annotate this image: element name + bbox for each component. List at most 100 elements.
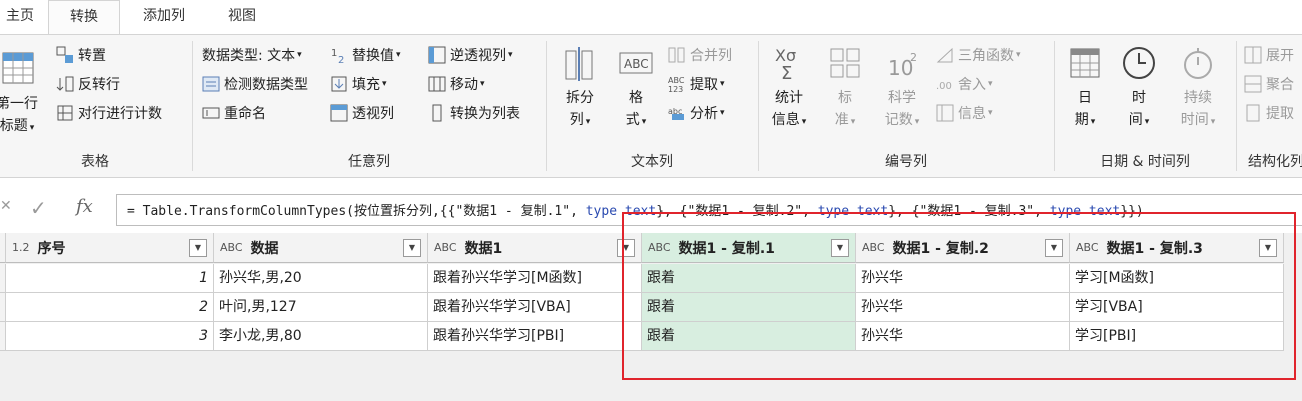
- group-label-any-column: 任意列: [348, 154, 390, 170]
- sigma-icon: Xσ Σ: [769, 43, 809, 84]
- parse-icon: abc: [668, 104, 686, 122]
- convert-to-list-button[interactable]: 转换为列表: [428, 101, 520, 125]
- trigonometry-button[interactable]: 三角函数 ▾: [936, 43, 1021, 67]
- format-text-icon: ABC: [616, 43, 656, 83]
- text-type-icon: ABC: [220, 241, 243, 254]
- pivot-icon: [330, 104, 348, 122]
- chevron-down-icon[interactable]: ▼: [189, 239, 207, 257]
- move-button[interactable]: 移动 ▾: [428, 72, 485, 96]
- count-rows-button[interactable]: 对行进行计数: [56, 101, 162, 125]
- replace-values-button[interactable]: 12 替换值 ▾: [330, 43, 401, 67]
- merge-columns-button[interactable]: 合并列: [668, 43, 732, 67]
- reverse-rows-icon: [56, 75, 74, 93]
- tab-home[interactable]: 主页: [0, 0, 40, 34]
- statistics-button[interactable]: Xσ Σ 统计 信息 ▾: [764, 43, 814, 133]
- parse-button[interactable]: abc 分析 ▾: [668, 101, 725, 125]
- ribbon: 第一行 标题 ▾ 转置 反转行 对行进行计数 表格 数据类型: 文本 ▾ 检测数据类…: [0, 34, 1302, 178]
- svg-text:1: 1: [331, 48, 337, 59]
- tab-view[interactable]: 视图: [210, 0, 274, 34]
- replace-values-icon: 12: [330, 46, 348, 66]
- count-rows-icon: [56, 104, 74, 122]
- rename-button[interactable]: 重命名: [202, 101, 266, 125]
- format-button[interactable]: ABC 格 式 ▾: [614, 43, 658, 133]
- column-header-index[interactable]: 1.2 序号 ▼: [6, 233, 214, 263]
- ribbon-separator: [1236, 41, 1237, 171]
- info-icon: [936, 104, 954, 122]
- svg-text:2: 2: [338, 55, 344, 64]
- svg-text:123: 123: [668, 85, 683, 93]
- first-row-label-1: 第一行: [0, 96, 38, 112]
- group-label-datetime: 日期 & 时间列: [1100, 154, 1190, 170]
- information-button[interactable]: 信息 ▾: [936, 101, 993, 125]
- transpose-icon: [56, 46, 74, 64]
- date-button[interactable]: 日 期 ▾: [1062, 43, 1108, 133]
- table-cell[interactable]: 跟着孙兴华学习[VBA]: [428, 293, 642, 322]
- rename-icon: [202, 104, 220, 122]
- table-cell[interactable]: 2: [6, 293, 214, 322]
- expand-button[interactable]: 展开: [1244, 43, 1294, 67]
- aggregate-button[interactable]: 聚合: [1244, 72, 1294, 96]
- table-cell[interactable]: 孙兴华,男,20: [214, 264, 428, 293]
- unpivot-icon: [428, 46, 446, 64]
- tab-transform[interactable]: 转换: [48, 0, 120, 35]
- duration-button[interactable]: 持续 时间 ▾: [1168, 43, 1228, 133]
- transpose-button[interactable]: 转置: [56, 43, 106, 67]
- unpivot-columns-button[interactable]: 逆透视列 ▾: [428, 43, 513, 67]
- column-header-data1[interactable]: ABC 数据1 ▼: [428, 233, 642, 263]
- split-column-icon: [560, 43, 600, 83]
- table-cell[interactable]: 跟着孙兴华学习[M函数]: [428, 264, 642, 293]
- reverse-rows-button[interactable]: 反转行: [56, 72, 120, 96]
- annotation-highlight-box: [622, 212, 1296, 380]
- svg-text:ABC: ABC: [668, 76, 685, 85]
- group-label-number-column: 编号列: [885, 154, 927, 170]
- extract-values-button[interactable]: 提取: [1244, 101, 1294, 125]
- merge-columns-icon: [668, 46, 686, 64]
- fill-button[interactable]: 填充 ▾: [330, 72, 387, 96]
- triangle-icon: [936, 46, 954, 64]
- group-label-text-column: 文本列: [631, 154, 673, 170]
- pivot-column-button[interactable]: 透视列: [330, 101, 394, 125]
- chevron-down-icon[interactable]: ▼: [403, 239, 421, 257]
- split-column-button[interactable]: 拆分 列 ▾: [556, 43, 604, 133]
- scientific-button[interactable]: 10 2 科学 记数 ▾: [874, 43, 930, 133]
- move-icon: [428, 75, 446, 93]
- fx-icon: fx: [76, 196, 93, 217]
- check-icon[interactable]: ✓: [30, 196, 47, 220]
- list-icon: [428, 104, 446, 122]
- detect-type-icon: [202, 75, 220, 93]
- table-cell[interactable]: 李小龙,男,80: [214, 322, 428, 351]
- data-type-dropdown[interactable]: 数据类型: 文本 ▾: [202, 43, 302, 67]
- rounding-button[interactable]: .00 舍入 ▾: [936, 72, 993, 96]
- rounding-icon: .00: [936, 75, 954, 93]
- table-cell[interactable]: 叶问,男,127: [214, 293, 428, 322]
- group-label-table: 表格: [81, 154, 109, 170]
- aggregate-icon: [1244, 75, 1262, 93]
- extract-values-icon: [1244, 104, 1262, 122]
- svg-text:2: 2: [910, 51, 917, 64]
- time-button[interactable]: 时 间 ▾: [1116, 43, 1162, 133]
- table-icon: [0, 49, 37, 89]
- standard-ops-icon: [825, 43, 865, 83]
- tab-add-column[interactable]: 添加列: [128, 0, 200, 34]
- table-cell[interactable]: 跟着孙兴华学习[PBI]: [428, 322, 642, 351]
- expand-icon: [1244, 46, 1262, 64]
- exponent-icon: 10 2: [882, 43, 922, 83]
- table-cell[interactable]: 3: [6, 322, 214, 351]
- fill-down-icon: [330, 75, 348, 93]
- first-row-label-2: 标题 ▾: [0, 118, 35, 134]
- svg-text:Σ: Σ: [781, 63, 792, 83]
- use-first-row-as-headers-button[interactable]: 第一行 标题 ▾: [0, 49, 48, 139]
- standard-button[interactable]: 标 准 ▾: [822, 43, 868, 133]
- group-label-structured-column: 结构化列: [1248, 154, 1302, 170]
- extract-icon: ABC 123: [668, 75, 686, 94]
- extract-button[interactable]: ABC 123 提取 ▾: [668, 72, 725, 96]
- stopwatch-icon: [1178, 43, 1218, 83]
- number-type-icon: 1.2: [12, 241, 30, 254]
- clock-icon: [1119, 43, 1159, 83]
- column-header-data[interactable]: ABC 数据 ▼: [214, 233, 428, 263]
- ribbon-tab-bar: 主页 转换 添加列 视图: [0, 0, 1302, 35]
- detect-data-type-button[interactable]: 检测数据类型: [202, 72, 308, 96]
- table-cell[interactable]: 1: [6, 264, 214, 293]
- calendar-icon: [1065, 43, 1105, 83]
- close-icon[interactable]: ✕: [0, 198, 12, 214]
